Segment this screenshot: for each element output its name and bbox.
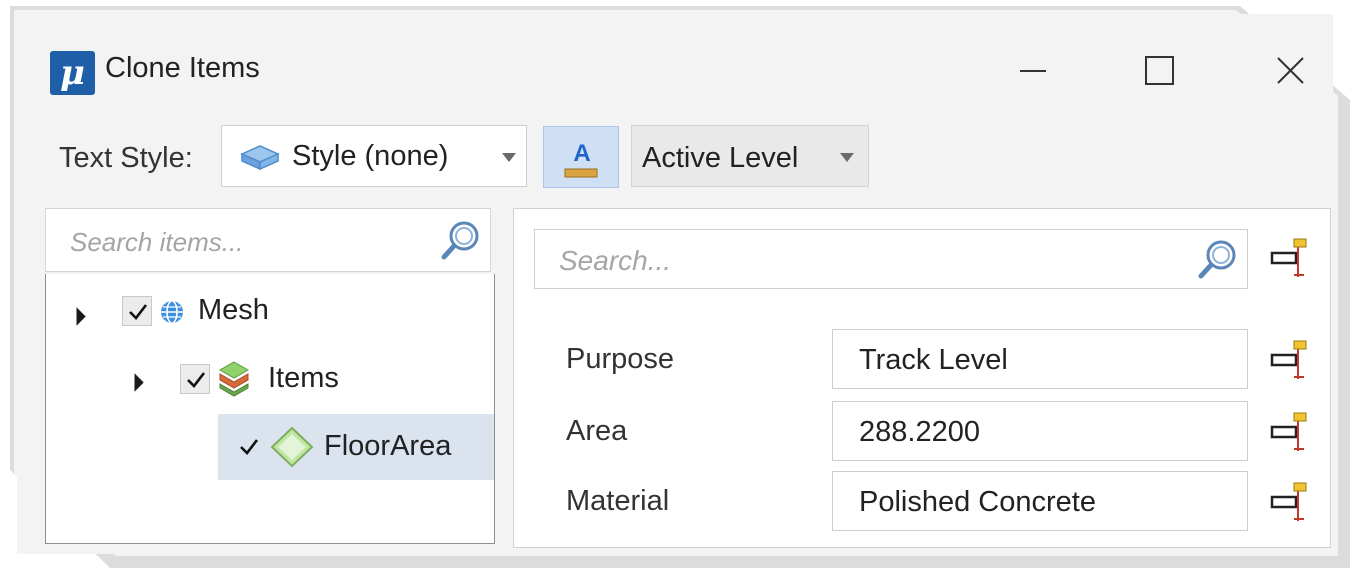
tree-node-items[interactable]: Items bbox=[46, 348, 492, 408]
text-style-icon bbox=[240, 145, 280, 171]
close-icon bbox=[1277, 57, 1304, 84]
tree-search-input[interactable] bbox=[68, 225, 402, 259]
mesh-checkbox[interactable] bbox=[122, 296, 152, 326]
diamond-icon bbox=[270, 426, 314, 468]
material-label: Material bbox=[566, 485, 670, 517]
stack-icon bbox=[218, 361, 250, 397]
material-field bbox=[832, 471, 1248, 531]
search-icon[interactable] bbox=[438, 217, 484, 263]
tree-node-label: FloorArea bbox=[324, 430, 452, 462]
text-style-label: Text Style: bbox=[59, 142, 193, 174]
pin-field-icon[interactable] bbox=[1270, 337, 1314, 381]
level-dropdown[interactable]: Active Level bbox=[631, 125, 869, 187]
properties-pane: Purpose Area Material bbox=[513, 208, 1331, 548]
text-style-dropdown[interactable]: Style (none) bbox=[221, 125, 527, 187]
properties-search-box bbox=[534, 229, 1248, 289]
checkmark-icon bbox=[129, 304, 148, 320]
tree-node-floorarea[interactable]: FloorArea bbox=[218, 414, 494, 480]
search-icon[interactable] bbox=[1195, 236, 1241, 282]
text-style-value: Style (none) bbox=[292, 140, 449, 172]
clone-items-dialog: μ Clone Items Text Style: Style (none) A… bbox=[17, 14, 1333, 554]
expand-arrow-icon[interactable] bbox=[125, 373, 144, 392]
pin-field-icon[interactable] bbox=[1270, 479, 1314, 523]
minimize-icon bbox=[1020, 70, 1046, 72]
pin-field-icon[interactable] bbox=[1270, 235, 1314, 279]
properties-search-input[interactable] bbox=[557, 244, 1161, 278]
app-logo-icon: μ bbox=[50, 51, 95, 95]
area-input[interactable] bbox=[857, 414, 1231, 450]
floorarea-checkbox[interactable] bbox=[234, 432, 264, 462]
minimize-button[interactable] bbox=[1002, 44, 1062, 100]
level-value: Active Level bbox=[642, 142, 799, 174]
maximize-icon bbox=[1145, 56, 1174, 85]
area-label: Area bbox=[566, 415, 628, 447]
pin-field-icon[interactable] bbox=[1270, 409, 1314, 453]
material-input[interactable] bbox=[857, 484, 1231, 520]
purpose-label: Purpose bbox=[566, 343, 675, 375]
text-format-icon: A bbox=[564, 140, 598, 178]
items-tree: Mesh Items FloorArea bbox=[45, 274, 495, 544]
maximize-button[interactable] bbox=[1129, 44, 1189, 100]
checkmark-icon bbox=[240, 439, 259, 455]
close-button[interactable] bbox=[1259, 44, 1319, 100]
items-checkbox[interactable] bbox=[180, 364, 210, 394]
items-tree-pane: Mesh Items bbox=[45, 208, 495, 548]
tree-search-box bbox=[45, 208, 491, 272]
tree-node-mesh[interactable]: Mesh bbox=[46, 280, 492, 340]
checkmark-icon bbox=[187, 372, 206, 388]
chevron-down-icon bbox=[840, 153, 854, 162]
tree-node-label: Items bbox=[268, 362, 339, 394]
text-format-button[interactable]: A bbox=[543, 126, 619, 188]
expand-arrow-icon[interactable] bbox=[67, 307, 86, 326]
tree-node-label: Mesh bbox=[198, 294, 269, 326]
svg-text:A: A bbox=[573, 140, 590, 167]
chevron-down-icon bbox=[502, 153, 516, 162]
purpose-field bbox=[832, 329, 1248, 389]
title-bar: μ Clone Items bbox=[17, 14, 1333, 114]
window-title: Clone Items bbox=[105, 52, 260, 84]
area-field bbox=[832, 401, 1248, 461]
globe-icon bbox=[161, 300, 183, 324]
purpose-input[interactable] bbox=[857, 342, 1231, 378]
